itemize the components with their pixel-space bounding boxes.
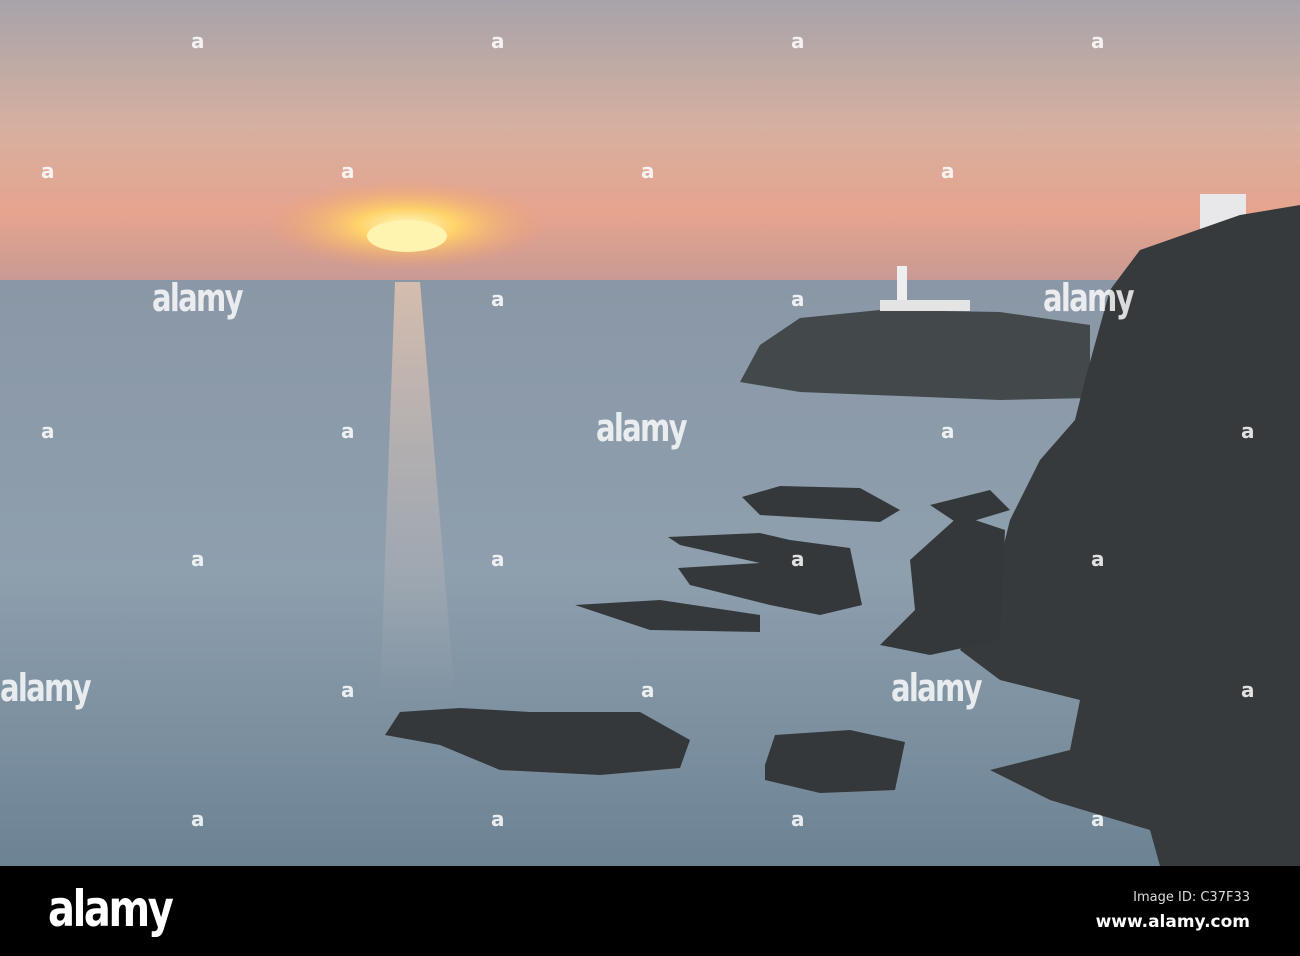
svg-text:a: a: [941, 419, 955, 443]
svg-text:a: a: [341, 419, 355, 443]
svg-text:a: a: [341, 159, 355, 183]
svg-text:a: a: [491, 807, 505, 831]
watermark: alamy: [1043, 276, 1135, 320]
svg-text:a: a: [1091, 807, 1105, 831]
image-id: Image ID: C37F33: [1133, 890, 1250, 905]
svg-text:a: a: [1241, 419, 1255, 443]
watermark: alamy: [596, 406, 688, 450]
watermark: alamy: [891, 666, 983, 710]
svg-text:a: a: [641, 159, 655, 183]
svg-text:a: a: [791, 287, 805, 311]
svg-text:a: a: [491, 547, 505, 571]
svg-text:a: a: [791, 807, 805, 831]
footer-bar: alamy Image ID: C37F33 www.alamy.com: [0, 866, 1300, 956]
website-url: www.alamy.com: [1095, 912, 1250, 932]
svg-text:a: a: [941, 159, 955, 183]
svg-text:a: a: [41, 159, 55, 183]
svg-text:a: a: [191, 29, 205, 53]
svg-text:a: a: [191, 547, 205, 571]
svg-text:a: a: [641, 678, 655, 702]
watermark: alamy: [152, 276, 244, 320]
lighthouse-buildings: [880, 300, 970, 311]
svg-text:a: a: [491, 29, 505, 53]
svg-text:a: a: [41, 419, 55, 443]
svg-text:a: a: [791, 29, 805, 53]
alamy-logo: alamy: [48, 880, 174, 938]
svg-text:a: a: [191, 807, 205, 831]
headland-with-lighthouse: [740, 310, 1090, 400]
sun: [367, 220, 447, 252]
svg-text:a: a: [491, 287, 505, 311]
svg-text:a: a: [341, 678, 355, 702]
svg-text:a: a: [1241, 678, 1255, 702]
svg-text:a: a: [1091, 29, 1105, 53]
svg-text:a: a: [791, 547, 805, 571]
watermark: alamy: [0, 666, 92, 710]
svg-text:a: a: [1091, 547, 1105, 571]
